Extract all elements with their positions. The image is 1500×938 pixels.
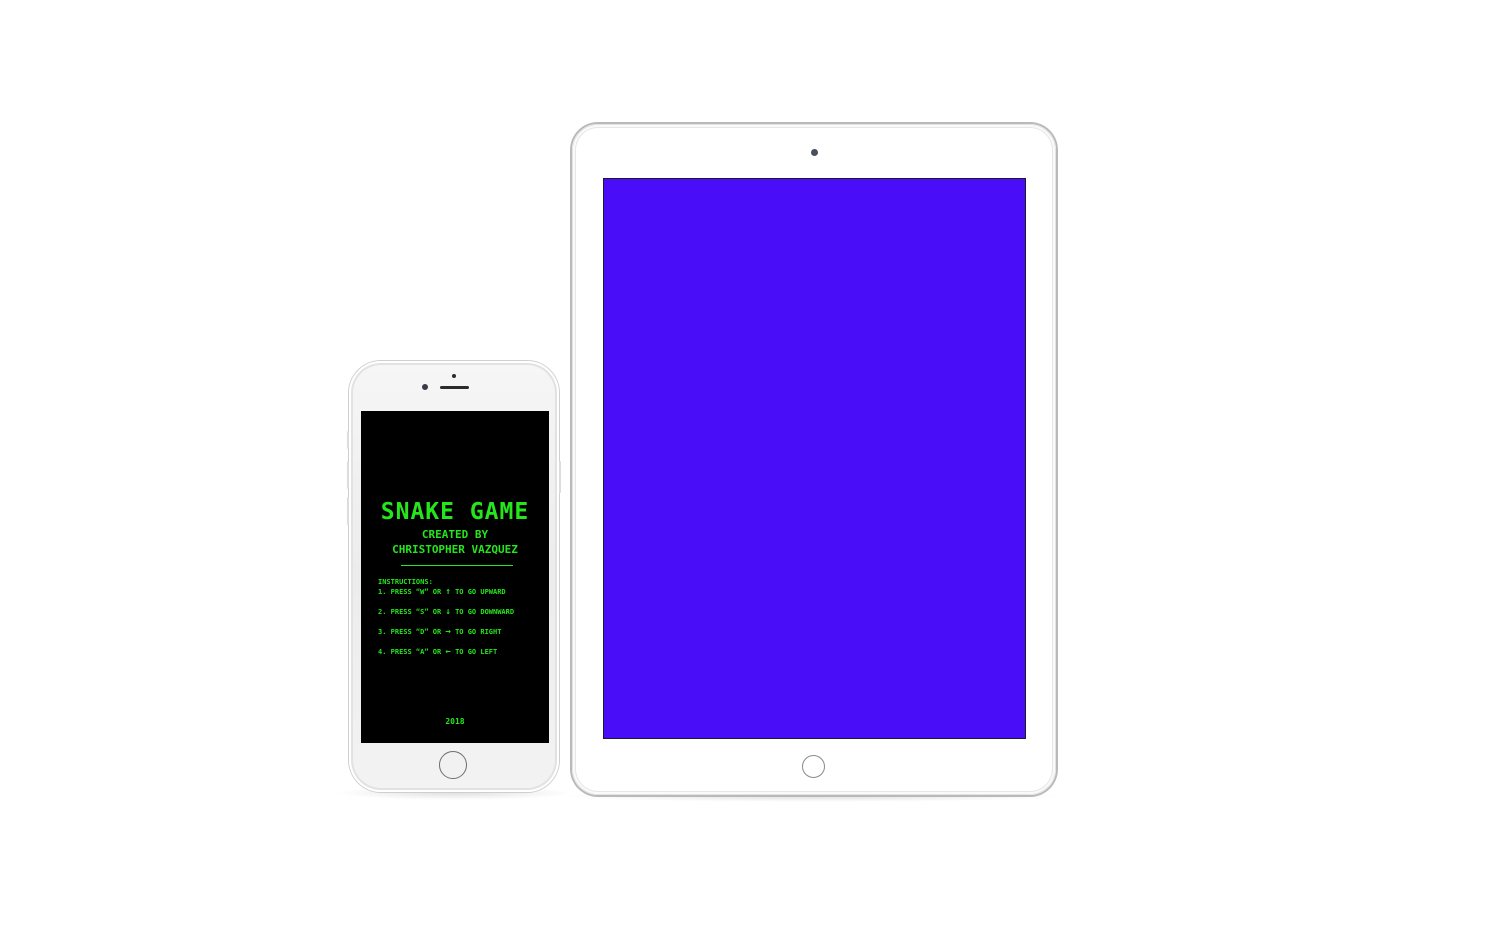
- phone-home-button[interactable]: [439, 751, 467, 779]
- game-divider: [401, 565, 513, 566]
- instruction-item: 3. PRESS “D” OR → TO GO RIGHT: [378, 627, 548, 637]
- instruction-item: 2. PRESS “S” OR ↓ TO GO DOWNWARD: [378, 607, 548, 617]
- phone-speaker: [440, 386, 469, 389]
- game-year: 2018: [445, 717, 465, 726]
- instruction-text: TO GO DOWNWARD: [450, 608, 515, 616]
- game-instructions: INSTRUCTIONS: 1. PRESS “W” OR ↑ TO GO UP…: [378, 577, 548, 667]
- instruction-text: TO GO RIGHT: [450, 628, 502, 636]
- tablet-home-button[interactable]: [802, 755, 825, 778]
- iphone-mockup: SNAKE GAME CREATED BY CHRISTOPHER VAZQUE…: [347, 361, 561, 792]
- instruction-text: TO GO LEFT: [450, 648, 498, 656]
- instruction-item: 4. PRESS “A” OR ← TO GO LEFT: [378, 647, 548, 657]
- game-credit: CREATED BY CHRISTOPHER VAZQUEZ: [361, 527, 549, 557]
- game-title: SNAKE GAME: [380, 499, 530, 525]
- phone-volume-down-button: [347, 497, 349, 525]
- phone-camera-icon: [422, 384, 428, 390]
- phone-volume-up-button: [347, 461, 349, 489]
- instruction-text: 4. PRESS “A” OR: [378, 648, 446, 656]
- phone-side-button: [347, 431, 349, 449]
- game-credit-line2: CHRISTOPHER VAZQUEZ: [392, 543, 518, 556]
- instruction-item: 1. PRESS “W” OR ↑ TO GO UPWARD: [378, 587, 548, 597]
- instruction-text: 1. PRESS “W” OR: [378, 588, 446, 596]
- instruction-text: 3. PRESS “D” OR: [378, 628, 446, 636]
- instructions-heading: INSTRUCTIONS:: [378, 578, 433, 586]
- tablet-screen: [604, 179, 1025, 738]
- instruction-text: TO GO UPWARD: [450, 588, 506, 596]
- ipad-mockup: [572, 124, 1056, 795]
- game-credit-line1: CREATED BY: [421, 528, 489, 541]
- phone-screen: SNAKE GAME CREATED BY CHRISTOPHER VAZQUE…: [361, 411, 549, 743]
- tablet-camera-icon: [811, 149, 818, 156]
- phone-power-button: [559, 461, 561, 493]
- phone-sensor: [452, 374, 456, 378]
- instruction-text: 2. PRESS “S” OR: [378, 608, 446, 616]
